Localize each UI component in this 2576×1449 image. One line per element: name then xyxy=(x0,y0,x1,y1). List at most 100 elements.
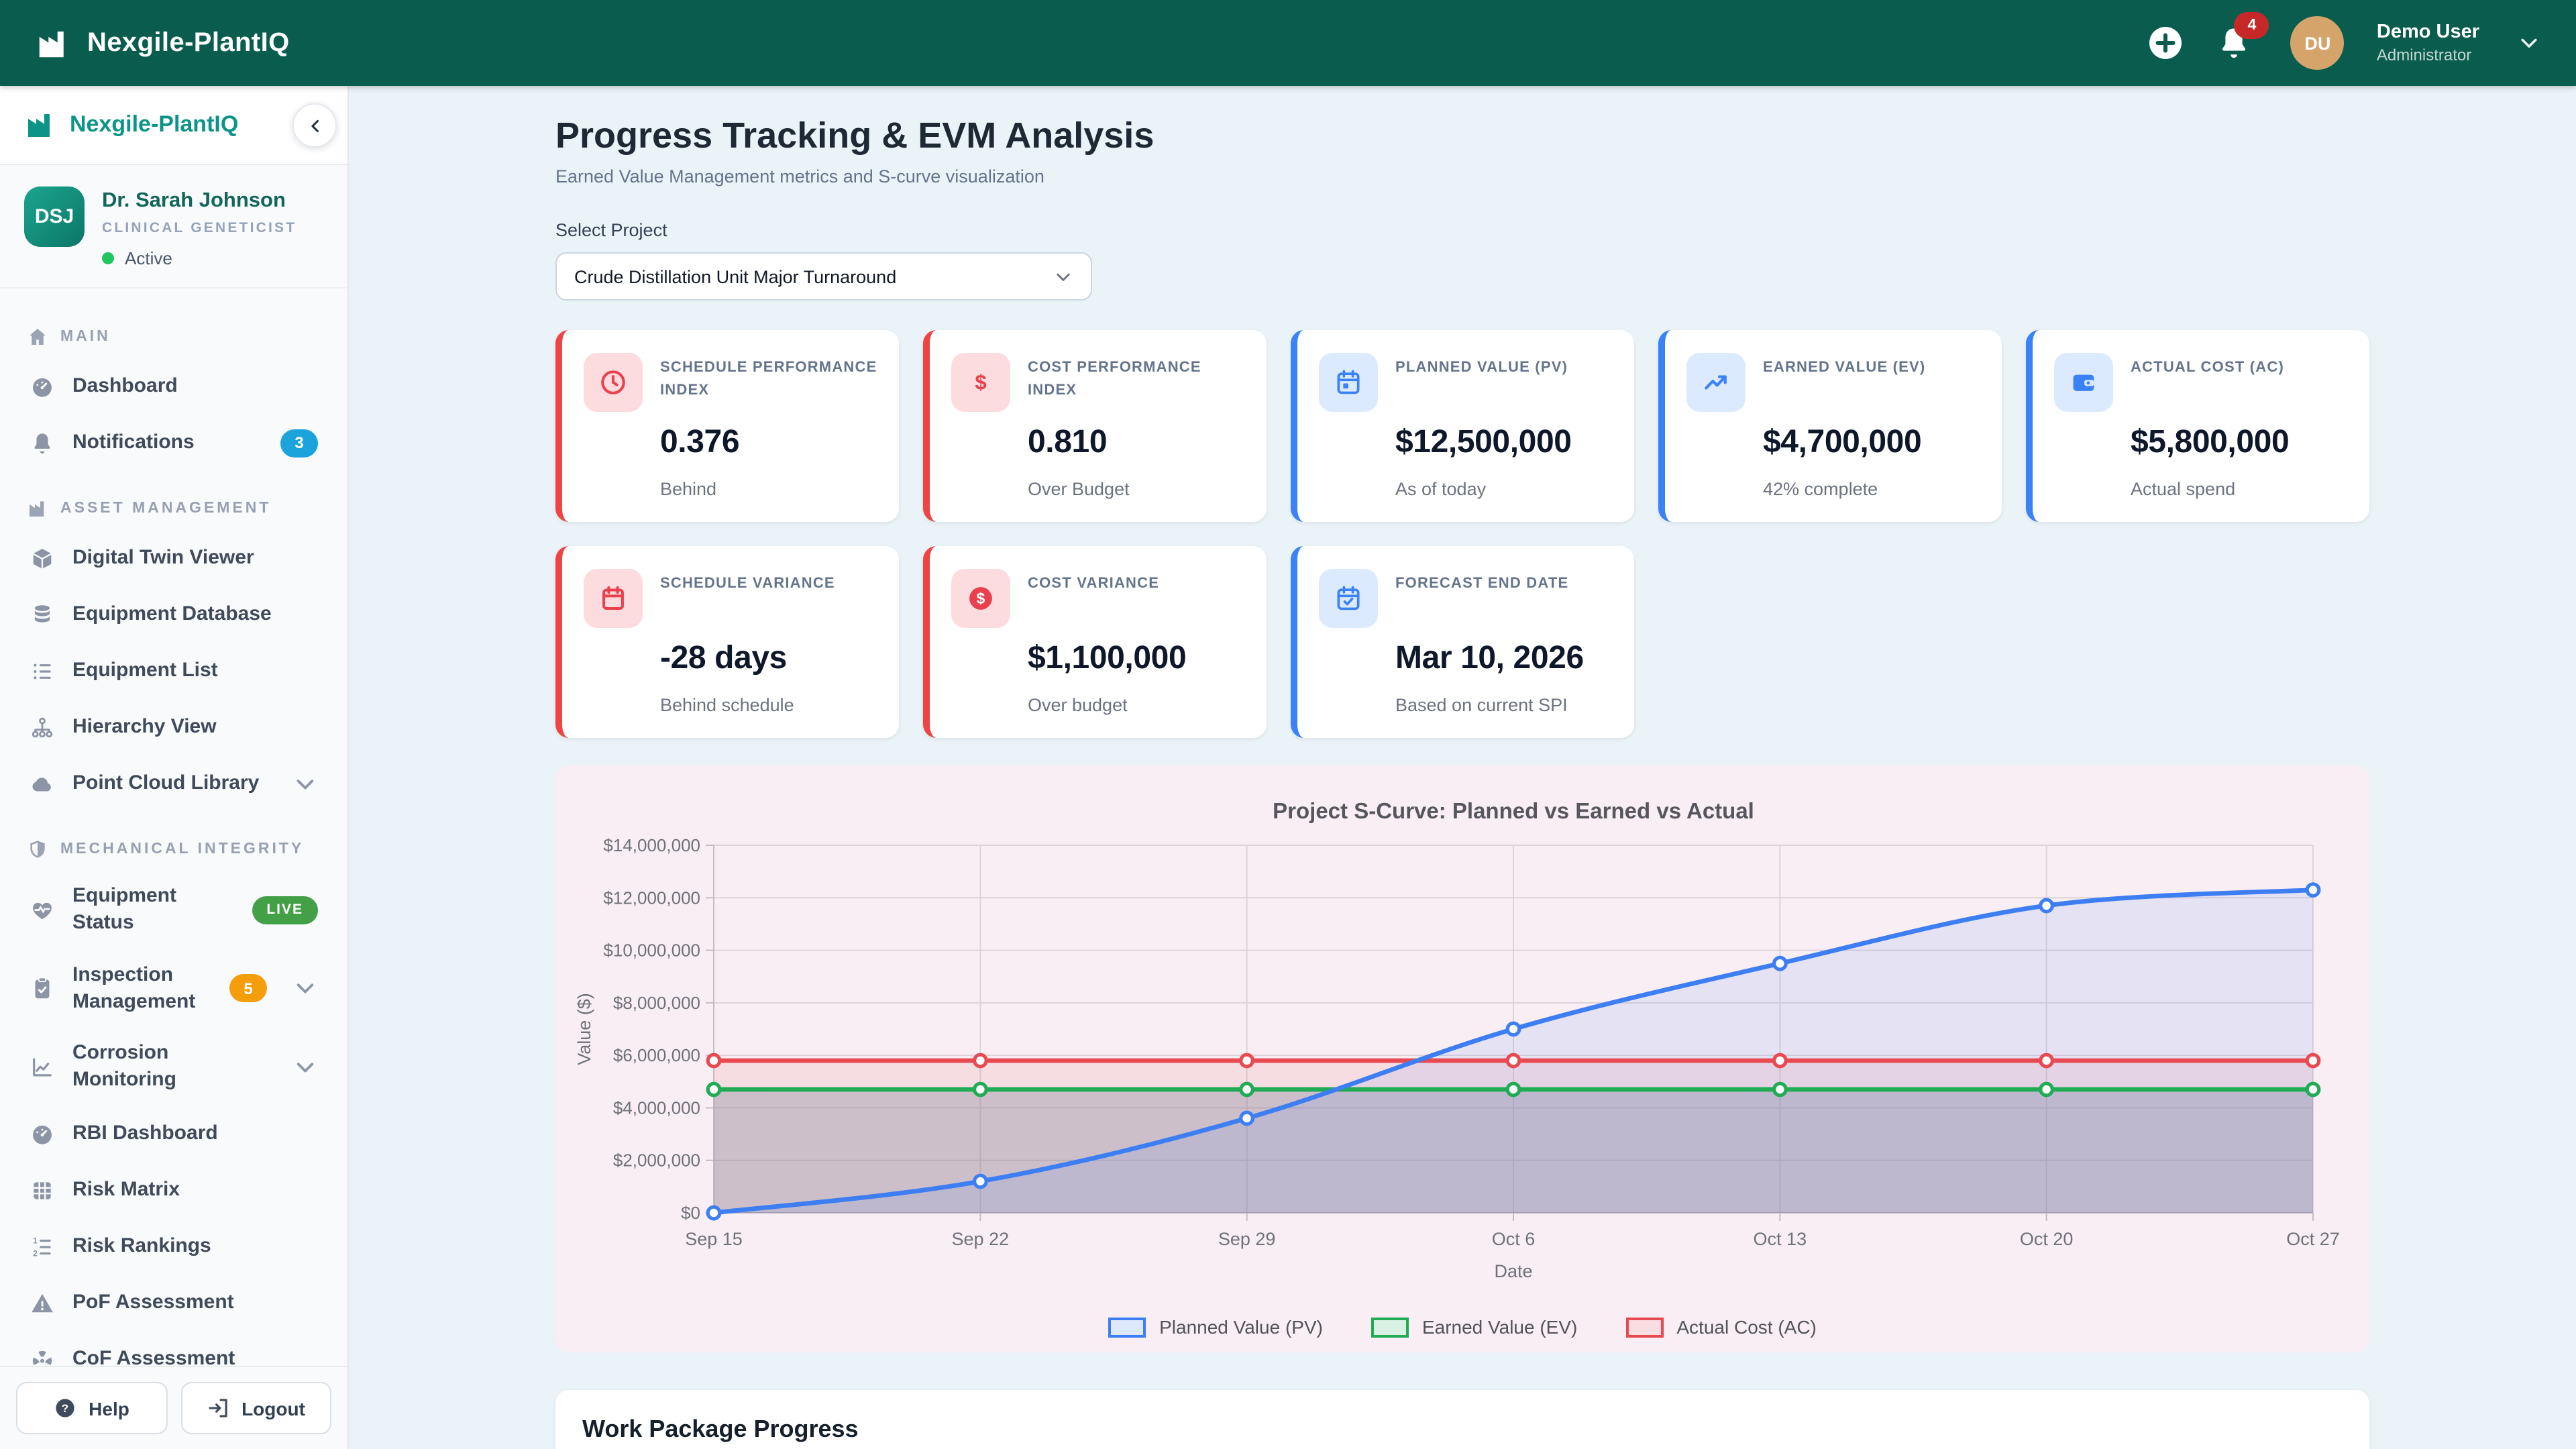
page-title: Progress Tracking & EVM Analysis xyxy=(555,115,2369,157)
legend-label: Earned Value (EV) xyxy=(1422,1316,1577,1338)
sidebar-brand-name: Nexgile-PlantIQ xyxy=(70,111,238,138)
sidebar-nav: MAINDashboardNotifications3ASSET MANAGEM… xyxy=(0,288,347,1366)
sidebar-item-point-cloud-library[interactable]: Point Cloud Library xyxy=(16,755,331,812)
s-curve-chart-card: $0$2,000,000$4,000,000$6,000,000$8,000,0… xyxy=(555,765,2369,1352)
sidebar-item-notifications[interactable]: Notifications3 xyxy=(16,415,331,471)
avatar[interactable]: DU xyxy=(2291,16,2345,70)
project-select[interactable]: Crude Distillation Unit Major Turnaround xyxy=(555,252,1092,301)
kpi-icon-tile xyxy=(1686,353,1746,412)
sidebar-item-dashboard[interactable]: Dashboard xyxy=(16,358,331,415)
sidebar-item-equipment-list[interactable]: Equipment List xyxy=(16,643,331,699)
svg-text:Value ($): Value ($) xyxy=(574,993,594,1065)
kpi-card-head: PLANNED VALUE (PV) xyxy=(1319,353,1613,412)
sidebar-item-risk-rankings[interactable]: 12Risk Rankings xyxy=(16,1219,331,1275)
app: Nexgile-PlantIQ 4 DU Demo User Administr… xyxy=(0,0,2576,1449)
chevron-down-icon[interactable] xyxy=(292,771,318,796)
logout-button[interactable]: Logout xyxy=(180,1382,331,1434)
alert-triangle-icon xyxy=(30,1291,55,1316)
dollar-circle-icon: $ xyxy=(966,584,996,613)
work-package-card: Work Package Progress WBSNAMESTATUS% COM… xyxy=(555,1390,2369,1449)
logout-icon xyxy=(207,1397,229,1419)
kpi-value: $4,700,000 xyxy=(1763,424,1980,462)
sidebar-item-digital-twin-viewer[interactable]: Digital Twin Viewer xyxy=(16,530,331,586)
gauge-icon xyxy=(30,374,55,399)
user-profile-card: DSJ Dr. Sarah Johnson CLINICAL GENETICIS… xyxy=(0,165,347,288)
svg-text:Oct 20: Oct 20 xyxy=(2020,1229,2074,1249)
profile-role: CLINICAL GENETICIST xyxy=(102,220,297,236)
logout-label: Logout xyxy=(241,1397,305,1419)
trending-up-icon xyxy=(1701,368,1731,397)
help-icon: ? xyxy=(54,1397,76,1419)
legend-item-planned-value-pv-[interactable]: Planned Value (PV) xyxy=(1108,1316,1323,1338)
chevron-down-icon[interactable] xyxy=(292,976,318,1002)
svg-text:$14,000,000: $14,000,000 xyxy=(603,835,700,855)
sidebar-item-cof-assessment[interactable]: CoF Assessment xyxy=(16,1332,331,1366)
nav-section-header-mechanical-integrity: MECHANICAL INTEGRITY xyxy=(16,825,331,871)
chevron-down-icon xyxy=(1053,266,1073,286)
s-curve-chart-svg: $0$2,000,000$4,000,000$6,000,000$8,000,0… xyxy=(555,765,2369,1352)
heart-pulse-icon xyxy=(30,898,55,923)
project-select-value: Crude Distillation Unit Major Turnaround xyxy=(574,266,896,286)
sidebar-item-corrosion-monitoring[interactable]: Corrosion Monitoring xyxy=(16,1028,331,1106)
sidebar-item-rbi-dashboard[interactable]: RBI Dashboard xyxy=(16,1106,331,1163)
status-dot xyxy=(102,252,114,264)
bell-icon xyxy=(30,430,55,455)
sidebar-item-label: RBI Dashboard xyxy=(72,1121,318,1148)
hierarchy-icon xyxy=(30,714,55,740)
sidebar-item-label: Risk Matrix xyxy=(72,1177,318,1205)
grid-icon xyxy=(30,1178,55,1203)
sidebar-collapse-button[interactable] xyxy=(292,103,337,148)
kpi-subtext: Based on current SPI xyxy=(1395,695,1613,715)
sidebar-item-pof-assessment[interactable]: PoF Assessment xyxy=(16,1275,331,1332)
notifications-button[interactable]: 4 xyxy=(2216,24,2253,62)
app-title: Nexgile-PlantIQ xyxy=(87,28,290,58)
sidebar-item-label: Equipment List xyxy=(72,657,318,685)
nav-section-header-main: MAIN xyxy=(16,313,331,358)
kpi-card-cost-variance: $COST VARIANCE$1,100,000Over budget xyxy=(923,546,1267,738)
sidebar-item-equipment-database[interactable]: Equipment Database xyxy=(16,586,331,643)
kpi-subtext: As of today xyxy=(1395,479,1613,499)
chevron-down-icon[interactable] xyxy=(292,1055,318,1080)
sidebar-item-inspection-management[interactable]: Inspection Management5 xyxy=(16,949,331,1028)
cube-icon xyxy=(30,545,55,571)
factory-icon xyxy=(35,25,71,61)
kpi-card-actual-cost-ac-: ACTUAL COST (AC)$5,800,000Actual spend xyxy=(2026,330,2369,522)
sidebar-item-label: Hierarchy View xyxy=(72,714,318,741)
sidebar-item-risk-matrix[interactable]: Risk Matrix xyxy=(16,1163,331,1219)
kpi-card-schedule-performance-index: SCHEDULE PERFORMANCE INDEX0.376Behind xyxy=(555,330,899,522)
chevron-down-icon[interactable] xyxy=(2517,31,2541,55)
legend-swatch xyxy=(1625,1317,1663,1337)
sidebar-item-equipment-status[interactable]: Equipment StatusLIVE xyxy=(16,871,331,949)
kpi-card-forecast-end-date: FORECAST END DATEMar 10, 2026Based on cu… xyxy=(1291,546,1634,738)
legend-label: Actual Cost (AC) xyxy=(1676,1316,1817,1338)
legend-item-actual-cost-ac-[interactable]: Actual Cost (AC) xyxy=(1625,1316,1817,1338)
calendar-icon xyxy=(1334,368,1363,397)
kpi-value: Mar 10, 2026 xyxy=(1395,640,1613,678)
sidebar-item-hierarchy-view[interactable]: Hierarchy View xyxy=(16,699,331,755)
help-button[interactable]: ? Help xyxy=(16,1382,167,1434)
kpi-icon-tile xyxy=(1319,353,1378,412)
sidebar-item-label: Risk Rankings xyxy=(72,1234,318,1261)
shield-icon xyxy=(27,839,48,860)
kpi-subtext: Behind xyxy=(660,479,877,499)
sidebar-item-label: Point Cloud Library xyxy=(72,770,267,798)
kpi-subtext: 42% complete xyxy=(1763,479,1980,499)
svg-text:$6,000,000: $6,000,000 xyxy=(613,1045,700,1065)
profile-name: Dr. Sarah Johnson xyxy=(102,186,297,213)
legend-item-earned-value-ev-[interactable]: Earned Value (EV) xyxy=(1371,1316,1577,1338)
kpi-card-cost-performance-index: $COST PERFORMANCE INDEX0.810Over Budget xyxy=(923,330,1267,522)
main-content: Progress Tracking & EVM Analysis Earned … xyxy=(349,86,2576,1449)
kpi-card-head: $COST PERFORMANCE INDEX xyxy=(951,353,1245,412)
add-button[interactable] xyxy=(2146,23,2186,63)
kpi-subtext: Behind schedule xyxy=(660,695,877,715)
user-menu[interactable]: Demo User Administrator xyxy=(2377,21,2479,65)
kpi-icon-tile xyxy=(1319,569,1378,628)
svg-text:$2,000,000: $2,000,000 xyxy=(613,1150,700,1171)
sidebar-item-label: Inspection Management xyxy=(72,961,212,1016)
kpi-card-head: ACTUAL COST (AC) xyxy=(2054,353,2348,412)
kpi-icon-tile xyxy=(2054,353,2113,412)
nav-section-label: MAIN xyxy=(60,329,111,345)
svg-text:2: 2 xyxy=(33,1248,38,1258)
kpi-row-1: SCHEDULE PERFORMANCE INDEX0.376Behind$CO… xyxy=(555,330,2369,522)
svg-text:Sep 22: Sep 22 xyxy=(952,1229,1010,1249)
